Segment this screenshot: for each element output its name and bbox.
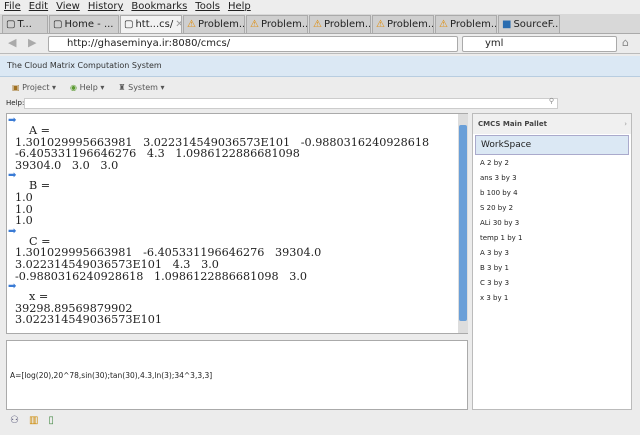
workspace-item[interactable]: A 2 by 2 — [473, 156, 631, 171]
tab-label: Problem... — [260, 19, 308, 30]
users-icon[interactable]: ⚇ — [10, 415, 19, 426]
warning-icon: ⚠ — [250, 19, 259, 30]
page-icon: ▢ — [53, 19, 63, 30]
matrix-row: 3.022314549036573E101 — [15, 313, 162, 327]
tab-label: Problem... — [386, 19, 434, 30]
app-title: The Cloud Matrix Computation System — [0, 56, 640, 77]
help-menu[interactable]: ◉ Help ▾ — [70, 80, 104, 96]
variable-name: x = — [29, 290, 49, 304]
menu-help[interactable]: Help — [228, 0, 251, 14]
warning-icon: ⚠ — [313, 19, 322, 30]
command-text: A=[log(20),20^78,sin(30);tan(30),4.3,ln(… — [10, 371, 213, 380]
menu-file[interactable]: File — [4, 0, 21, 14]
browser-tab[interactable]: ▢ Home - ... — [49, 15, 119, 33]
system-menu[interactable]: ♜ System ▾ — [118, 80, 164, 96]
main-pallet: CMCS Main Pallet › WorkSpace A 2 by 2 ans … — [472, 113, 632, 410]
search-input[interactable]: yml — [462, 36, 617, 52]
matrix-row: 1.0 — [15, 214, 33, 228]
tab-label: SourceF... — [513, 19, 560, 30]
variable-name: B = — [29, 179, 51, 193]
matrix-row: 3.022314549036573E101 4.3 3.0 — [15, 257, 219, 271]
workspace-item[interactable]: x 3 by 1 — [473, 291, 631, 306]
variable-name: A = — [29, 124, 51, 137]
browser-tab[interactable]: ▢ T... — [2, 15, 48, 33]
menu-edit[interactable]: Edit — [29, 0, 48, 14]
prompt-arrow-icon: ➡ — [8, 225, 17, 237]
warning-icon: ⚠ — [187, 19, 196, 30]
project-menu[interactable]: ▣ Project ▾ — [12, 80, 56, 96]
page-icon: ▢ — [6, 19, 16, 30]
close-tab-icon[interactable]: ✕ — [175, 16, 181, 33]
menu-bar: File Edit View History Bookmarks Tools Help — [0, 0, 640, 14]
tab-label: T... — [17, 19, 32, 30]
forward-icon[interactable]: ▶ — [28, 36, 36, 49]
workspace-item[interactable]: C 3 by 3 — [473, 276, 631, 291]
tab-label: Problem... — [449, 19, 497, 30]
workspace-item[interactable]: A 3 by 3 — [473, 246, 631, 261]
workspace-item[interactable]: temp 1 by 1 — [473, 231, 631, 246]
command-input[interactable]: A=[log(20),20^78,sin(30);tan(30),4.3,ln(… — [6, 340, 468, 410]
scrollbar-thumb[interactable] — [459, 125, 467, 321]
tab-label: Home - ... — [64, 19, 114, 30]
tab-strip: ▢T...▢Home - ...▢htt...cs/✕⚠Problem...⚠P… — [0, 14, 640, 34]
matrix-row: 39304.0 3.0 3.0 — [15, 158, 119, 172]
workspace-item[interactable]: ans 3 by 3 — [473, 171, 631, 186]
workspace-item[interactable]: ALi 30 by 3 — [473, 216, 631, 231]
matrix-row: 1.0 — [15, 190, 33, 204]
workspace-list: A 2 by 2 ans 3 by 3b 100 by 4S 20 by 2 ALi… — [473, 156, 631, 306]
menu-tools[interactable]: Tools — [195, 0, 220, 14]
console-output: ➡ A = 1.301029995663981 3.022314549036573E… — [6, 113, 468, 334]
workspace-header[interactable]: WorkSpace — [475, 135, 629, 155]
workspace-item[interactable]: B 3 by 1 — [473, 261, 631, 276]
pallet-header: CMCS Main Pallet › — [473, 114, 631, 134]
help-input[interactable]: ⚲ — [24, 97, 558, 109]
warning-icon: ⚠ — [376, 19, 385, 30]
menu-bookmarks[interactable]: Bookmarks — [131, 0, 187, 14]
page-icon: ▢ — [124, 19, 134, 30]
app-toolbar: ▣ Project ▾ ◉ Help ▾ ♜ System ▾ — [6, 80, 630, 96]
back-icon[interactable]: ◀ — [8, 36, 16, 49]
browser-tab[interactable]: ⚠ Problem... — [246, 15, 308, 33]
sourceforge-icon: ■ — [502, 19, 512, 30]
help-icon: ◉ — [70, 83, 78, 92]
clipboard-icon[interactable]: ▯ — [48, 415, 54, 426]
binoculars-icon: ♜ — [118, 83, 126, 92]
url-bar[interactable]: http://ghaseminya.ir:8080/cmcs/ — [48, 36, 458, 52]
tab-label: Problem... — [323, 19, 371, 30]
bottom-toolbar: ⚇ ▥ ▯ — [6, 411, 630, 429]
warning-icon: ⚠ — [439, 19, 448, 30]
prompt-arrow-icon: ➡ — [8, 281, 17, 293]
workspace-item[interactable]: b 100 by 4 — [473, 186, 631, 201]
matrix-row: 1.0 — [15, 202, 33, 216]
briefcase-icon: ▣ — [12, 83, 20, 92]
browser-tab[interactable]: ⚠ Problem... — [435, 15, 497, 33]
home-icon[interactable]: ⌂ — [622, 36, 629, 49]
prompt-arrow-icon: ➡ — [8, 115, 17, 126]
chart-icon[interactable]: ▥ — [29, 415, 38, 426]
browser-tab[interactable]: ■ SourceF... — [498, 15, 560, 33]
browser-tab[interactable]: ⚠ Problem... — [372, 15, 434, 33]
matrix-row: -0.9880316240928618 1.0986122886681098 3… — [15, 269, 308, 283]
browser-tab[interactable]: ⚠ Problem... — [309, 15, 371, 33]
collapse-icon[interactable]: › — [624, 114, 627, 134]
tab-label: Problem... — [197, 19, 245, 30]
menu-view[interactable]: View — [56, 0, 80, 14]
search-icon: ⚲ — [548, 97, 554, 105]
browser-tab[interactable]: ▢htt...cs/✕ — [120, 15, 182, 33]
menu-history[interactable]: History — [88, 0, 124, 14]
browser-tab[interactable]: ⚠ Problem... — [183, 15, 245, 33]
workspace-item[interactable]: S 20 by 2 — [473, 201, 631, 216]
tab-label: htt...cs/ — [135, 19, 174, 30]
prompt-arrow-icon: ➡ — [8, 170, 17, 182]
